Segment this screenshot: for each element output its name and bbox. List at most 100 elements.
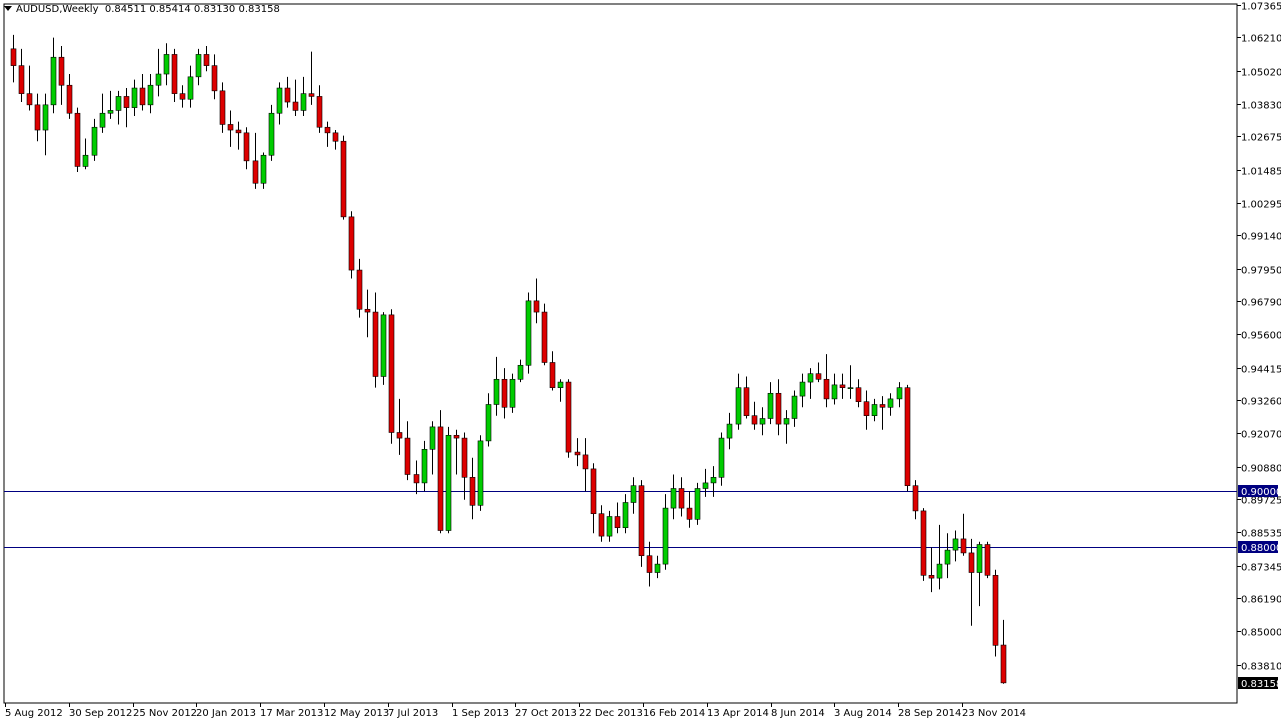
candle[interactable] — [638, 480, 645, 567]
candle[interactable] — [260, 152, 267, 189]
candle[interactable] — [574, 438, 581, 467]
candle[interactable] — [549, 351, 556, 391]
candle[interactable] — [807, 368, 814, 399]
candle[interactable] — [557, 379, 564, 402]
candle[interactable] — [541, 303, 548, 366]
candle[interactable] — [783, 410, 790, 444]
candle[interactable] — [718, 432, 725, 486]
candle[interactable] — [646, 541, 653, 587]
candle[interactable] — [823, 354, 830, 408]
candle[interactable] — [66, 74, 73, 119]
candle[interactable] — [243, 127, 250, 170]
candle[interactable] — [509, 373, 516, 413]
candle[interactable] — [99, 93, 106, 133]
candle[interactable] — [421, 440, 428, 492]
candle[interactable] — [58, 46, 65, 105]
candle[interactable] — [493, 356, 500, 416]
candle[interactable] — [960, 513, 967, 556]
chart-root[interactable]: AUDUSD,Weekly 0.84511 0.85414 0.83130 0.… — [0, 0, 1281, 722]
candle[interactable] — [324, 121, 331, 147]
candle[interactable] — [171, 48, 178, 103]
candle[interactable] — [292, 79, 299, 117]
candle[interactable] — [469, 457, 476, 520]
candle[interactable] — [525, 292, 532, 374]
candle[interactable] — [944, 533, 951, 579]
candle[interactable] — [896, 382, 903, 408]
candle[interactable] — [614, 502, 621, 534]
candle[interactable] — [107, 90, 114, 119]
candle[interactable] — [445, 426, 452, 534]
candle[interactable] — [413, 460, 420, 495]
candle[interactable] — [388, 309, 395, 444]
candle[interactable] — [686, 491, 693, 528]
candle[interactable] — [91, 118, 98, 161]
candle[interactable] — [976, 541, 983, 607]
candle[interactable] — [928, 547, 935, 593]
candle[interactable] — [968, 538, 975, 626]
candle[interactable] — [227, 110, 234, 147]
candle[interactable] — [131, 79, 138, 117]
candle[interactable] — [670, 474, 677, 520]
candle[interactable] — [380, 312, 387, 385]
candle[interactable] — [815, 362, 822, 383]
candle[interactable] — [565, 379, 572, 458]
candle[interactable] — [115, 90, 122, 125]
candle[interactable] — [630, 477, 637, 514]
candle[interactable] — [912, 480, 919, 520]
candle[interactable] — [268, 104, 275, 161]
candle[interactable] — [42, 93, 49, 156]
candle[interactable] — [582, 438, 589, 492]
candle[interactable] — [461, 432, 468, 500]
candle[interactable] — [485, 393, 492, 447]
dropdown-triangle-icon[interactable] — [4, 6, 12, 11]
candle[interactable] — [235, 121, 242, 150]
candle[interactable] — [155, 48, 162, 97]
candle[interactable] — [74, 107, 81, 173]
candle[interactable] — [702, 468, 709, 497]
candle[interactable] — [276, 82, 283, 125]
candle[interactable] — [372, 292, 379, 388]
candlestick-chart[interactable]: 1.07365 1.06210 1.05020 1.03830 1.02675 1.014… — [0, 0, 1281, 722]
candle[interactable] — [662, 494, 669, 570]
candle[interactable] — [348, 211, 355, 279]
candle[interactable] — [300, 76, 307, 117]
candle[interactable] — [992, 569, 999, 657]
candle[interactable] — [847, 365, 854, 399]
candle[interactable] — [726, 412, 733, 450]
candle[interactable] — [871, 398, 878, 422]
candle[interactable] — [284, 76, 291, 108]
candle[interactable] — [622, 494, 629, 534]
candle[interactable] — [501, 368, 508, 419]
candle[interactable] — [759, 407, 766, 436]
candle[interactable] — [678, 477, 685, 517]
candle[interactable] — [887, 393, 894, 416]
candle[interactable] — [984, 541, 991, 579]
candle[interactable] — [791, 390, 798, 427]
candle[interactable] — [606, 510, 613, 542]
candle[interactable] — [316, 85, 323, 133]
candle[interactable] — [34, 93, 41, 142]
candle[interactable] — [839, 373, 846, 399]
candle[interactable] — [904, 384, 911, 492]
candle[interactable] — [219, 82, 226, 133]
candle[interactable] — [767, 382, 774, 425]
candle[interactable] — [743, 376, 750, 419]
candle[interactable] — [187, 65, 194, 108]
candle[interactable] — [356, 258, 363, 318]
candle[interactable] — [429, 421, 436, 475]
candle[interactable] — [163, 43, 170, 86]
candle[interactable] — [179, 85, 186, 108]
candle[interactable] — [18, 48, 25, 103]
candle[interactable] — [50, 37, 57, 114]
candle[interactable] — [1000, 619, 1007, 684]
candle[interactable] — [203, 46, 210, 72]
candle[interactable] — [364, 289, 371, 338]
candle[interactable] — [82, 138, 89, 170]
candle[interactable] — [735, 373, 742, 430]
candle[interactable] — [598, 505, 605, 542]
candle[interactable] — [775, 379, 782, 436]
candle[interactable] — [26, 65, 33, 111]
candle[interactable] — [195, 48, 202, 86]
candle[interactable] — [396, 398, 403, 455]
candle[interactable] — [252, 132, 259, 189]
